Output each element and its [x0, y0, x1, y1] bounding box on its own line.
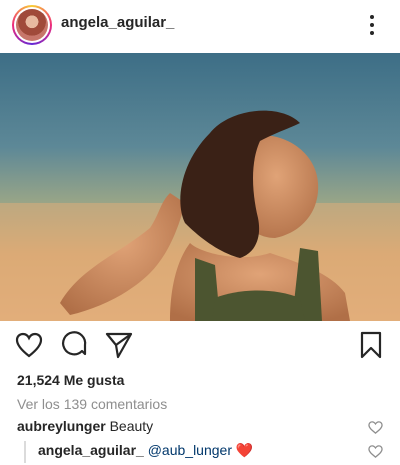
- comment-username[interactable]: angela_aguilar_: [38, 442, 144, 458]
- comment-like-icon[interactable]: [368, 444, 383, 459]
- comment-reply-item: angela_aguilar_ @aub_lunger ❤️: [38, 442, 383, 462]
- comment-like-icon[interactable]: [368, 420, 383, 435]
- view-comments-link[interactable]: Ver los 139 comentarios: [17, 396, 167, 412]
- heart-emoji: ❤️: [235, 442, 254, 458]
- more-options-icon[interactable]: [362, 12, 382, 38]
- avatar-inner: [14, 7, 50, 43]
- comment-item: aubreylunger Beauty: [17, 418, 383, 438]
- more-dot: [370, 23, 374, 27]
- comment-mention[interactable]: @aub_lunger: [148, 442, 232, 458]
- comment-username[interactable]: aubreylunger: [17, 418, 106, 434]
- paper-plane-icon[interactable]: [104, 330, 134, 360]
- comment-bubble-icon[interactable]: [59, 330, 89, 360]
- avatar[interactable]: [12, 5, 52, 45]
- avatar-image: [16, 9, 48, 41]
- action-bar: [0, 330, 400, 362]
- more-dot: [370, 15, 374, 19]
- more-dot: [370, 31, 374, 35]
- comment-text: Beauty: [109, 418, 154, 434]
- bookmark-icon[interactable]: [356, 330, 386, 360]
- post-photo[interactable]: [0, 53, 400, 321]
- likes-count[interactable]: 21,524 Me gusta: [17, 372, 124, 388]
- post-header: angela_aguilar_: [0, 0, 400, 52]
- heart-icon[interactable]: [14, 330, 44, 360]
- post-photo-illustration: [0, 53, 400, 321]
- reply-thread-line: [24, 441, 26, 463]
- post-username[interactable]: angela_aguilar_: [61, 14, 174, 31]
